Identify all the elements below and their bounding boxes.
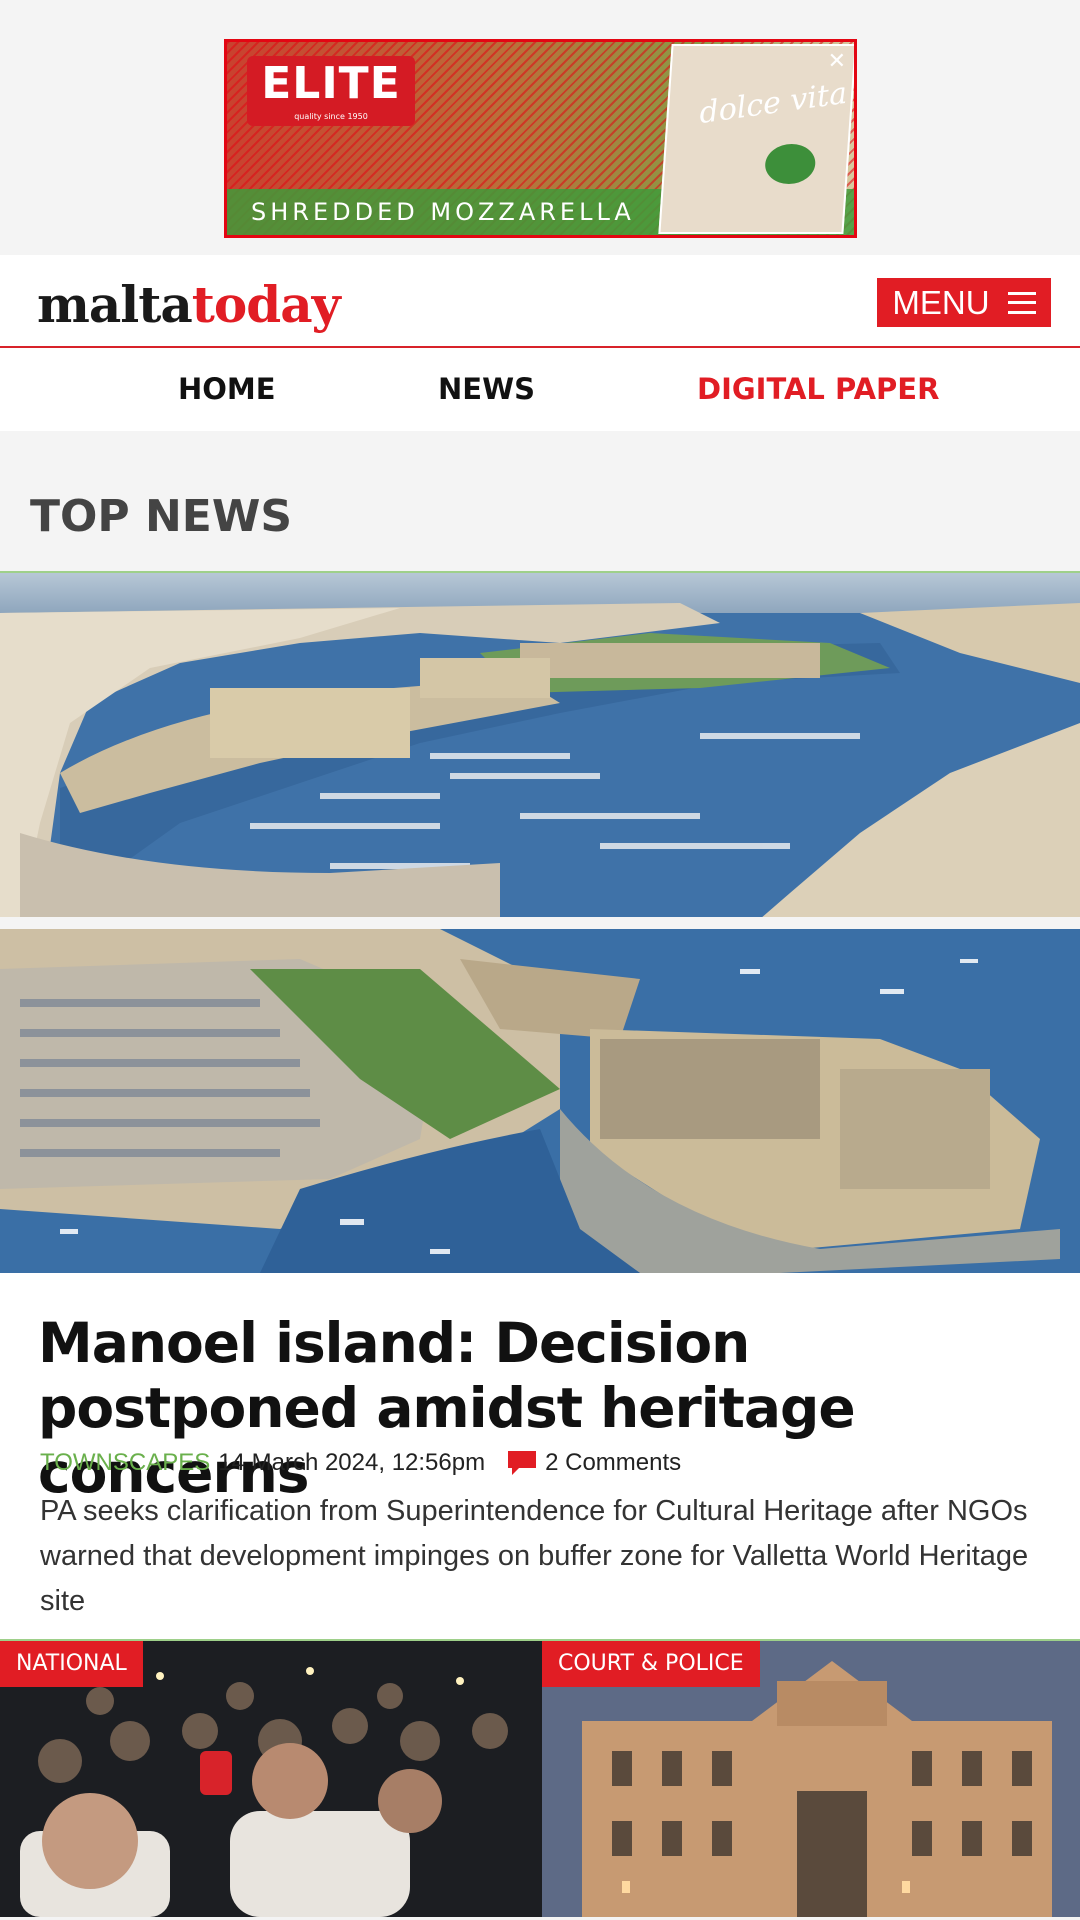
site-logo[interactable]: maltatoday	[37, 275, 341, 334]
hamburger-icon	[1007, 291, 1036, 314]
logo-malta: malta	[37, 275, 193, 334]
comment-icon[interactable]	[507, 1450, 537, 1476]
advertisement-banner[interactable]: ELITE quality since 1950 dolce vita SHRE…	[224, 39, 857, 238]
article-image-secondary[interactable]	[0, 929, 1080, 1273]
ad-brand-logo: ELITE quality since 1950	[247, 56, 415, 126]
card-tag-court-police[interactable]: COURT & POLICE	[542, 1641, 760, 1687]
manoel-island-rendering	[0, 929, 1080, 1273]
article-meta: TOWNSCAPES 14 March 2024, 12:56pm 2 Comm…	[40, 1449, 681, 1477]
card-tag-national[interactable]: NATIONAL	[0, 1641, 143, 1687]
logo-today: today	[191, 275, 341, 334]
nav-digital-paper[interactable]: DIGITAL PAPER	[697, 348, 939, 431]
secondary-news-cards: NATIONAL COURT & POLICE	[0, 1639, 1080, 1917]
ad-brand-text: ELITE	[261, 58, 401, 109]
menu-label: MENU	[892, 283, 990, 321]
ad-area: ELITE quality since 1950 dolce vita SHRE…	[0, 0, 1080, 255]
section-title: TOP NEWS	[30, 491, 293, 542]
nav-news[interactable]: NEWS	[438, 348, 535, 431]
ad-tagline: SHREDDED MOZZARELLA	[251, 198, 635, 226]
harbour-aerial-image	[0, 573, 1080, 917]
news-card-court-police[interactable]: COURT & POLICE	[542, 1641, 1080, 1917]
site-header: maltatoday MENU	[0, 255, 1080, 348]
lead-article: Manoel island: Decision postponed amidst…	[0, 1273, 1080, 1639]
article-image-primary[interactable]	[0, 571, 1080, 917]
main-nav: HOME NEWS DIGITAL PAPER	[0, 348, 1080, 431]
section-header: TOP NEWS	[0, 431, 1080, 571]
ad-pack-badge	[763, 144, 817, 184]
nav-home[interactable]: HOME	[178, 348, 276, 431]
article-category[interactable]: TOWNSCAPES	[40, 1449, 210, 1477]
ad-close-icon[interactable]: ✕	[828, 48, 846, 74]
article-summary: PA seeks clarification from Superintende…	[40, 1495, 1029, 1617]
ad-pack-brand: dolce vita	[698, 75, 849, 132]
news-card-national[interactable]: NATIONAL	[0, 1641, 542, 1917]
menu-button[interactable]: MENU	[877, 278, 1051, 327]
article-date: 14 March 2024, 12:56pm	[218, 1449, 486, 1476]
comment-count[interactable]: 2 Comments	[545, 1449, 681, 1477]
ad-brand-sub: quality since 1950	[294, 112, 368, 121]
